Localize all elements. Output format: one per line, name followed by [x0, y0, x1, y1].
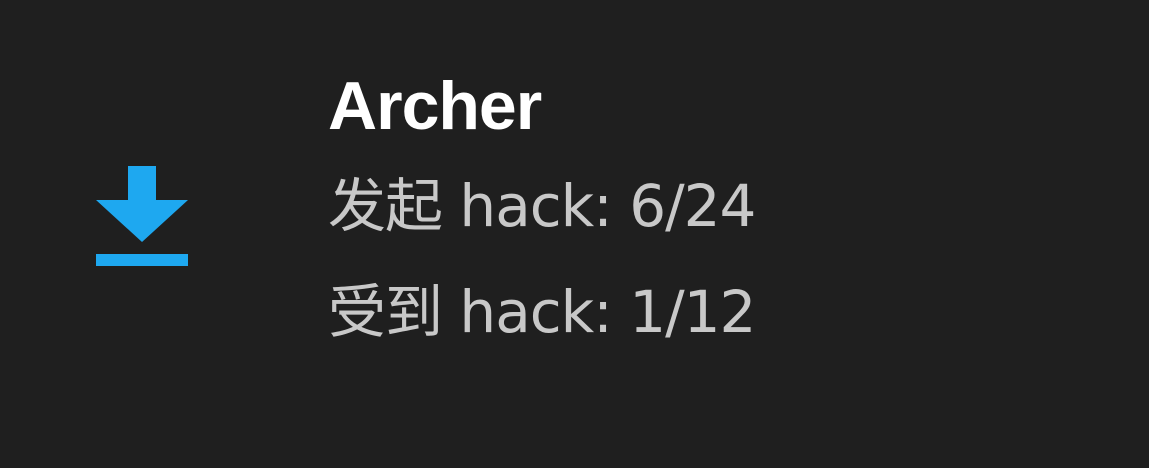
player-info: Archer 发起 hack: 6/24 受到 hack: 1/12 [328, 64, 756, 368]
hacks-initiated-stat: 发起 hack: 6/24 [328, 172, 756, 240]
hacks-received-stat: 受到 hack: 1/12 [328, 278, 756, 346]
download-icon[interactable] [96, 166, 188, 270]
player-name: Archer [328, 68, 542, 144]
player-hack-card: Archer 发起 hack: 6/24 受到 hack: 1/12 [0, 0, 1149, 468]
